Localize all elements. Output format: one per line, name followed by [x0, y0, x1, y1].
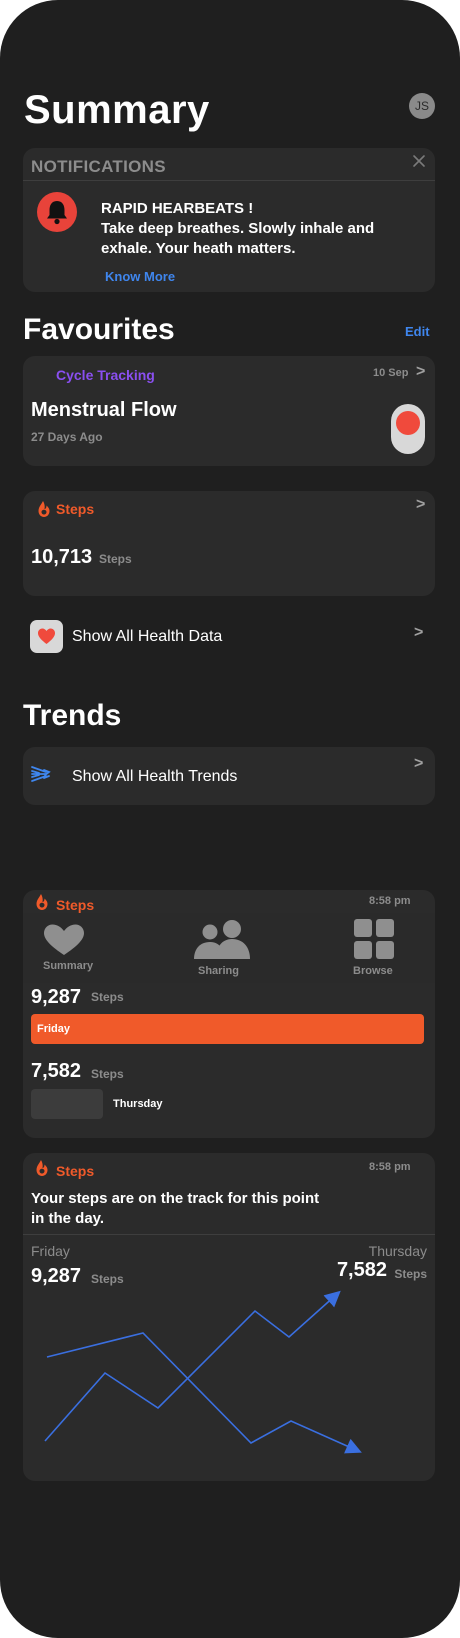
tab-bar: Summary Sharing Browse [23, 913, 435, 983]
close-icon[interactable] [410, 152, 428, 170]
show-all-health-data[interactable]: Show All Health Data [72, 628, 222, 646]
cycle-ago: 27 Days Ago [31, 430, 103, 444]
chevron-right-icon: > [414, 755, 424, 772]
chevron-right-icon: > [416, 363, 426, 380]
avatar[interactable]: JS [409, 93, 435, 119]
flame-icon [35, 893, 49, 911]
steps-value: 10,713 [31, 546, 93, 568]
compare-time: 8:58 pm [369, 895, 411, 907]
cycle-tracking-card[interactable]: Cycle Tracking 10 Sep > Menstrual Flow 2… [23, 356, 435, 466]
bell-icon [37, 192, 77, 232]
flow-toggle[interactable] [391, 404, 425, 454]
flame-icon [37, 500, 51, 518]
show-all-health-trends: Show All Health Trends [72, 768, 238, 785]
grid-icon[interactable] [354, 919, 394, 959]
alert-title: RAPID HEARBEATS ! [101, 200, 254, 217]
divider [23, 180, 435, 181]
tab-sharing[interactable]: Sharing [198, 965, 239, 977]
thursday-bar [31, 1089, 103, 1119]
compare-row2-value: 7,582 [31, 1060, 82, 1082]
alert-body: Take deep breathes. Slowly inhale and ex… [101, 219, 374, 259]
trends-title: Trends [23, 699, 122, 732]
friday-bar: Friday [31, 1014, 424, 1044]
compare-category: Steps [56, 897, 95, 913]
health-data-icon [30, 620, 63, 653]
trend-line-thursday [44, 1290, 341, 1442]
trends-icon [29, 762, 53, 786]
chevron-right-icon[interactable]: > [414, 624, 423, 642]
tab-summary[interactable]: Summary [43, 960, 93, 972]
flow-indicator-dot [396, 411, 420, 435]
compare-row2-unit: Steps [91, 1067, 124, 1081]
cycle-date: 10 Sep [373, 367, 409, 379]
tab-browse[interactable]: Browse [353, 965, 393, 977]
edit-button[interactable]: Edit [405, 324, 430, 339]
trend-lines-chart [44, 1290, 362, 1454]
chevron-right-icon: > [416, 496, 426, 513]
alert-body-line: Take deep breathes. Slowly inhale and [101, 220, 375, 237]
people-icon[interactable] [192, 919, 252, 959]
phone-screen: Summary JS NOTIFICATIONS RAPID HEARBEATS… [0, 0, 460, 1638]
heart-icon[interactable] [41, 924, 87, 956]
notifications-heading: NOTIFICATIONS [31, 157, 166, 176]
notification-card: NOTIFICATIONS RAPID HEARBEATS ! Take dee… [23, 148, 435, 292]
thursday-bar-label: Thursday [113, 1098, 163, 1110]
trend-line-friday [46, 1332, 362, 1454]
know-more-link[interactable]: Know More [105, 269, 175, 284]
friday-bar-label: Friday [37, 1023, 71, 1035]
show-all-trends-card[interactable]: Show All Health Trends > [23, 747, 435, 805]
favourites-title: Favourites [23, 313, 175, 346]
compare-row1-unit: Steps [91, 990, 124, 1004]
steps-unit: Steps [99, 552, 132, 566]
steps-trend-card[interactable]: Steps 8:58 pm Your steps are on the trac… [23, 1153, 435, 1481]
cycle-category: Cycle Tracking [56, 367, 155, 383]
alert-body-line: exhale. Your heath matters. [101, 240, 296, 257]
steps-card[interactable]: Steps > 10,713 Steps [23, 491, 435, 596]
cycle-metric: Menstrual Flow [31, 399, 177, 421]
page-title: Summary [24, 88, 210, 132]
steps-category: Steps [56, 501, 95, 517]
compare-row1-value: 9,287 [31, 986, 82, 1008]
